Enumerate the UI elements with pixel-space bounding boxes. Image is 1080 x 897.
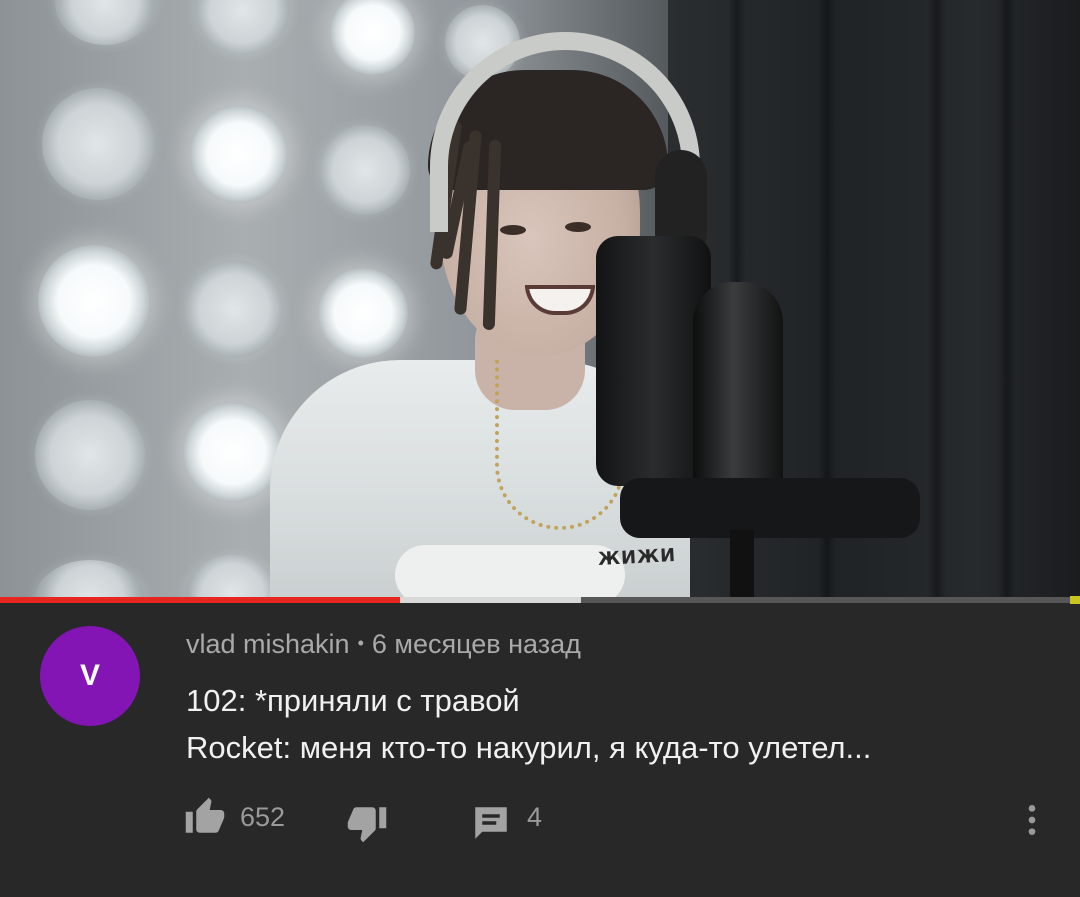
- studio-light: [320, 125, 410, 215]
- microphone-mount: [620, 478, 920, 538]
- comment-line: 102: *приняли с травой: [186, 683, 520, 718]
- thumbs-up-icon[interactable]: [184, 796, 226, 838]
- comment-icon[interactable]: [470, 802, 512, 844]
- progress-played: [0, 597, 400, 603]
- comment-timestamp: 6 месяцев назад: [371, 629, 581, 659]
- studio-light: [183, 402, 283, 502]
- avatar[interactable]: V: [40, 626, 140, 726]
- comment-actions: 652 4: [0, 796, 1080, 846]
- video-progress-bar[interactable]: [0, 596, 1080, 604]
- app-root: ЖИЖИ V vlad mishakin • 6 месяцев назад 102…: [0, 0, 1080, 897]
- comment-author[interactable]: vlad mishakin: [186, 629, 350, 659]
- shirt-print: ЖИЖИ: [597, 544, 677, 571]
- video-player[interactable]: ЖИЖИ: [0, 0, 1080, 598]
- studio-light: [35, 400, 145, 510]
- studio-light: [190, 105, 288, 203]
- studio-light: [38, 245, 150, 357]
- person-hands: [395, 545, 625, 598]
- more-vertical-icon[interactable]: [1012, 800, 1052, 840]
- studio-light: [185, 260, 283, 358]
- studio-light: [42, 88, 154, 200]
- meta-separator: •: [357, 633, 364, 653]
- comment-line: Rocket: меня кто-то накурил, я куда-то у…: [186, 730, 872, 765]
- thumbs-down-icon[interactable]: [346, 802, 388, 844]
- like-count: 652: [240, 802, 286, 832]
- microphone: [693, 282, 783, 492]
- microphone-stand: [730, 530, 754, 598]
- comment-meta: vlad mishakin • 6 месяцев назад: [186, 629, 581, 660]
- reply-count: 4: [527, 802, 543, 832]
- avatar-letter: V: [79, 659, 100, 692]
- studio-light: [318, 268, 408, 358]
- comment-body: 102: *приняли с травой Rocket: меня кто-…: [186, 677, 871, 771]
- progress-end-marker: [1070, 596, 1080, 604]
